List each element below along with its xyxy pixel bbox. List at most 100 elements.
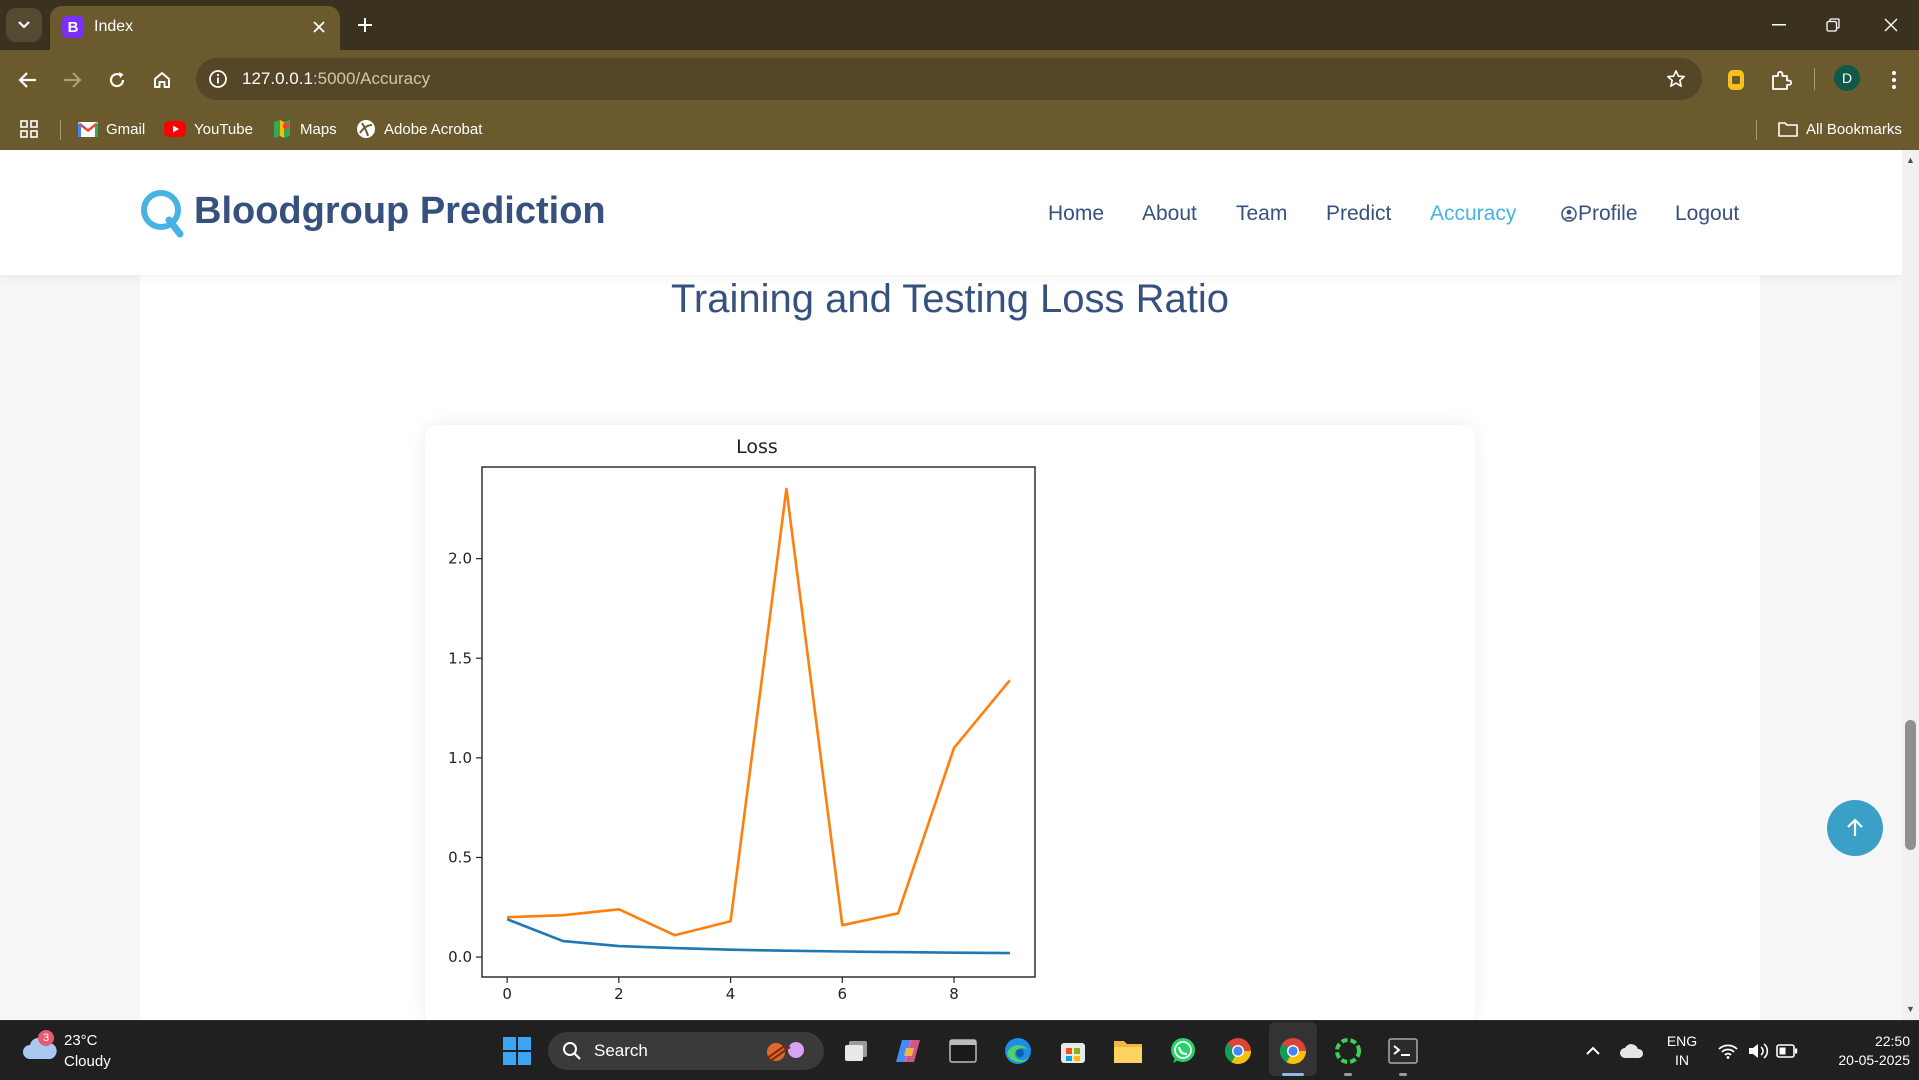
chrome-icon xyxy=(1279,1038,1307,1065)
browser-menu-button[interactable] xyxy=(1878,64,1910,96)
nav-home[interactable]: Home xyxy=(1048,202,1104,226)
loading-app-button[interactable] xyxy=(1332,1035,1364,1067)
scroll-down-arrow[interactable]: ▼ xyxy=(1905,1004,1916,1015)
clock[interactable]: 22:50 20-05-2025 xyxy=(1810,1033,1910,1068)
page-scrollbar[interactable] xyxy=(1902,150,1919,1020)
back-button[interactable] xyxy=(12,64,44,96)
back-to-top-button[interactable] xyxy=(1827,800,1883,856)
chart-plot-frame xyxy=(481,466,1036,978)
file-explorer-button[interactable] xyxy=(1112,1035,1144,1067)
onedrive-button[interactable] xyxy=(1616,1035,1648,1067)
terminal-icon xyxy=(949,1039,977,1063)
store-icon xyxy=(1061,1043,1085,1063)
brand-name[interactable]: Bloodgroup Prediction xyxy=(194,190,606,233)
chrome-profile-button[interactable] xyxy=(1277,1035,1309,1067)
reload-button[interactable] xyxy=(101,64,133,96)
scrollbar-thumb[interactable] xyxy=(1905,720,1916,850)
gmail-icon xyxy=(78,121,98,137)
whatsapp-button[interactable] xyxy=(1167,1035,1199,1067)
page-viewport: Bloodgroup Prediction Home About Team Pr… xyxy=(0,150,1902,1020)
tab-close-button[interactable] xyxy=(308,16,330,38)
brand-logo[interactable] xyxy=(140,188,186,243)
chart-card: Loss 0 2 4 6 8 0.0 0.5 1.0 1.5 2.0 xyxy=(425,425,1475,1020)
plus-icon xyxy=(358,18,372,32)
nav-profile-label: Profile xyxy=(1578,202,1638,225)
arrow-right-icon xyxy=(64,72,82,88)
running-app-indicator xyxy=(1344,1073,1352,1076)
search-icon xyxy=(563,1042,581,1060)
bookmark-gmail[interactable]: Gmail xyxy=(78,118,145,140)
battery-button[interactable] xyxy=(1771,1035,1803,1067)
terminal-app-button[interactable] xyxy=(947,1035,979,1067)
chart-x-tick-label: 0 xyxy=(502,985,512,1003)
extension-icon xyxy=(1728,70,1744,90)
nav-about[interactable]: About xyxy=(1142,202,1197,226)
task-view-button[interactable] xyxy=(840,1035,872,1067)
address-bar[interactable]: 127.0.0.1:5000/Accuracy xyxy=(196,58,1702,100)
puzzle-icon xyxy=(1772,70,1792,90)
new-tab-button[interactable] xyxy=(352,10,378,40)
nav-logout[interactable]: Logout xyxy=(1675,202,1739,226)
restore-button[interactable] xyxy=(1810,10,1856,40)
bookmark-adobe-acrobat[interactable]: Adobe Acrobat xyxy=(356,118,482,140)
scroll-up-arrow[interactable]: ▲ xyxy=(1905,155,1916,166)
all-bookmarks-button[interactable]: All Bookmarks xyxy=(1778,118,1902,140)
restore-icon xyxy=(1826,18,1840,32)
nav-profile[interactable]: Profile xyxy=(1561,202,1638,226)
bookmarks-bar: Gmail YouTube Maps Adobe Acrobat All Boo… xyxy=(0,108,1919,150)
url-path: :5000/Accuracy xyxy=(312,69,431,88)
quick-settings-button[interactable] xyxy=(1712,1035,1744,1067)
edge-browser-button[interactable] xyxy=(1002,1035,1034,1067)
home-icon xyxy=(154,72,170,88)
browser-toolbar: 127.0.0.1:5000/Accuracy D xyxy=(0,50,1919,108)
chart-series-line-1 xyxy=(507,487,1011,937)
toolbar-separator xyxy=(1814,68,1815,90)
windows-terminal-button[interactable] xyxy=(1387,1035,1419,1067)
tab-search-button[interactable] xyxy=(6,8,42,42)
youtube-icon xyxy=(164,121,186,137)
profile-avatar[interactable]: D xyxy=(1834,65,1860,91)
chrome-button[interactable] xyxy=(1222,1035,1254,1067)
spinner-icon xyxy=(1335,1038,1361,1064)
tab-title: Index xyxy=(94,18,134,35)
star-icon xyxy=(1667,70,1685,87)
bookmark-maps[interactable]: Maps xyxy=(272,118,337,140)
nav-team[interactable]: Team xyxy=(1236,202,1287,226)
extensions-menu-button[interactable] xyxy=(1765,64,1797,96)
copilot-button[interactable] xyxy=(892,1035,924,1067)
arrow-up-icon xyxy=(1847,818,1863,836)
language-indicator[interactable]: ENG IN xyxy=(1660,1033,1704,1068)
apps-grid-icon xyxy=(20,120,38,138)
minimize-button[interactable] xyxy=(1756,10,1802,40)
home-button[interactable] xyxy=(146,64,178,96)
all-bookmarks-label: All Bookmarks xyxy=(1806,120,1902,138)
start-button[interactable] xyxy=(501,1035,533,1067)
forward-button[interactable] xyxy=(56,64,88,96)
close-window-button[interactable] xyxy=(1868,10,1914,40)
site-info-button[interactable] xyxy=(206,67,230,91)
browser-tab-active[interactable]: B Index xyxy=(50,6,340,50)
windows-logo-icon xyxy=(503,1037,531,1065)
volume-button[interactable] xyxy=(1742,1035,1774,1067)
chart-x-tick-label: 8 xyxy=(949,985,959,1003)
apps-button[interactable] xyxy=(20,118,38,140)
microsoft-store-button[interactable] xyxy=(1057,1035,1089,1067)
acrobat-icon xyxy=(357,120,375,138)
nav-predict[interactable]: Predict xyxy=(1326,202,1391,226)
folder-icon xyxy=(1778,122,1798,137)
chart-title: Loss xyxy=(736,436,778,458)
show-hidden-icons-button[interactable] xyxy=(1577,1035,1609,1067)
weather-alert-badge: 3 xyxy=(38,1030,54,1046)
bookmark-star-button[interactable] xyxy=(1664,67,1688,91)
copilot-icon xyxy=(896,1040,920,1062)
site-header: Bloodgroup Prediction Home About Team Pr… xyxy=(0,150,1902,275)
extension-button[interactable] xyxy=(1720,64,1752,96)
taskbar-search[interactable]: Search xyxy=(548,1032,824,1070)
nav-accuracy[interactable]: Accuracy xyxy=(1430,202,1516,226)
whatsapp-icon xyxy=(1171,1038,1195,1063)
q-logo-icon xyxy=(141,190,184,238)
reload-icon xyxy=(109,72,125,88)
chart-y-tick-label: 2.0 xyxy=(448,550,472,568)
bookmark-youtube[interactable]: YouTube xyxy=(164,118,253,140)
close-icon xyxy=(313,21,325,33)
